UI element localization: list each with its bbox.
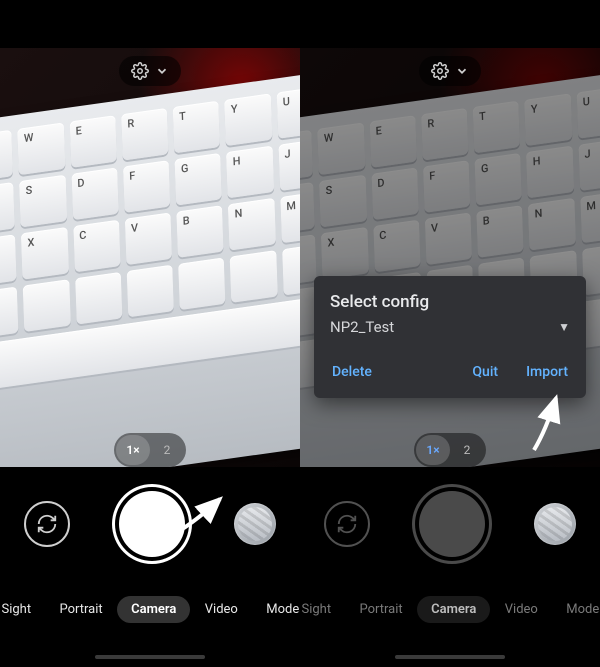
zoom-selector[interactable]: 1× 2 xyxy=(414,433,486,467)
home-indicator xyxy=(395,655,505,659)
chevron-down-icon xyxy=(455,64,469,78)
shutter-button[interactable] xyxy=(119,491,185,557)
mode-camera[interactable]: Camera xyxy=(117,596,190,623)
zoom-1x[interactable]: 1× xyxy=(416,435,450,465)
camera-viewfinder: QWERTYU ASDFGHJ ZXCVBNM xyxy=(0,48,300,468)
zoom-1x[interactable]: 1× xyxy=(116,435,150,465)
screenshot-right: QWERTYU ASDFGHJ ZXCVBNM Select xyxy=(300,0,600,667)
selected-config-label: NP2_Test xyxy=(330,318,394,336)
mode-video[interactable]: Video xyxy=(491,596,552,623)
shutter-button[interactable] xyxy=(419,491,485,557)
switch-camera-icon xyxy=(36,513,58,535)
camera-viewfinder: QWERTYU ASDFGHJ ZXCVBNM xyxy=(300,48,600,468)
home-indicator xyxy=(95,655,205,659)
screenshot-left: QWERTYU ASDFGHJ ZXCVBNM 1× 2 xyxy=(0,0,300,667)
gear-icon xyxy=(131,62,149,80)
dialog-title: Select config xyxy=(330,292,570,312)
dropdown-caret-icon: ▼ xyxy=(558,320,570,334)
zoom-2x[interactable]: 2 xyxy=(150,435,184,465)
switch-camera-button[interactable] xyxy=(324,501,370,547)
chevron-down-icon xyxy=(155,64,169,78)
zoom-selector[interactable]: 1× 2 xyxy=(114,433,186,467)
mode-selector[interactable]: t Sight Portrait Camera Video Modes xyxy=(300,589,600,629)
mode-night-sight[interactable]: t Sight xyxy=(0,596,45,623)
mode-portrait[interactable]: Portrait xyxy=(46,596,117,623)
modal-backdrop xyxy=(300,48,600,468)
select-config-dialog: Select config NP2_Test ▼ Delete Quit Imp… xyxy=(314,276,586,398)
delete-button[interactable]: Delete xyxy=(330,360,374,384)
gallery-thumbnail[interactable] xyxy=(534,503,576,545)
mode-camera[interactable]: Camera xyxy=(417,596,490,623)
settings-pill[interactable] xyxy=(419,56,481,86)
statusbar-area xyxy=(300,0,600,48)
camera-controls: t Sight Portrait Camera Video Modes xyxy=(300,467,600,667)
quit-button[interactable]: Quit xyxy=(470,360,500,384)
mode-selector[interactable]: t Sight Portrait Camera Video Modes xyxy=(0,589,300,629)
settings-pill[interactable] xyxy=(119,56,181,86)
mode-portrait[interactable]: Portrait xyxy=(346,596,417,623)
gear-icon xyxy=(431,62,449,80)
switch-camera-icon xyxy=(336,513,358,535)
import-button[interactable]: Import xyxy=(524,360,570,384)
config-dropdown[interactable]: NP2_Test ▼ xyxy=(330,318,570,336)
mode-modes[interactable]: Modes xyxy=(252,596,300,623)
gallery-thumbnail[interactable] xyxy=(234,503,276,545)
mode-night-sight[interactable]: t Sight xyxy=(300,596,345,623)
statusbar-area xyxy=(0,0,300,48)
keyboard-prop: QWERTYU ASDFGHJ ZXCVBNM xyxy=(0,71,300,468)
mode-video[interactable]: Video xyxy=(191,596,252,623)
mode-modes[interactable]: Modes xyxy=(552,596,600,623)
switch-camera-button[interactable] xyxy=(24,501,70,547)
zoom-2x[interactable]: 2 xyxy=(450,435,484,465)
camera-controls: t Sight Portrait Camera Video Modes xyxy=(0,467,300,667)
